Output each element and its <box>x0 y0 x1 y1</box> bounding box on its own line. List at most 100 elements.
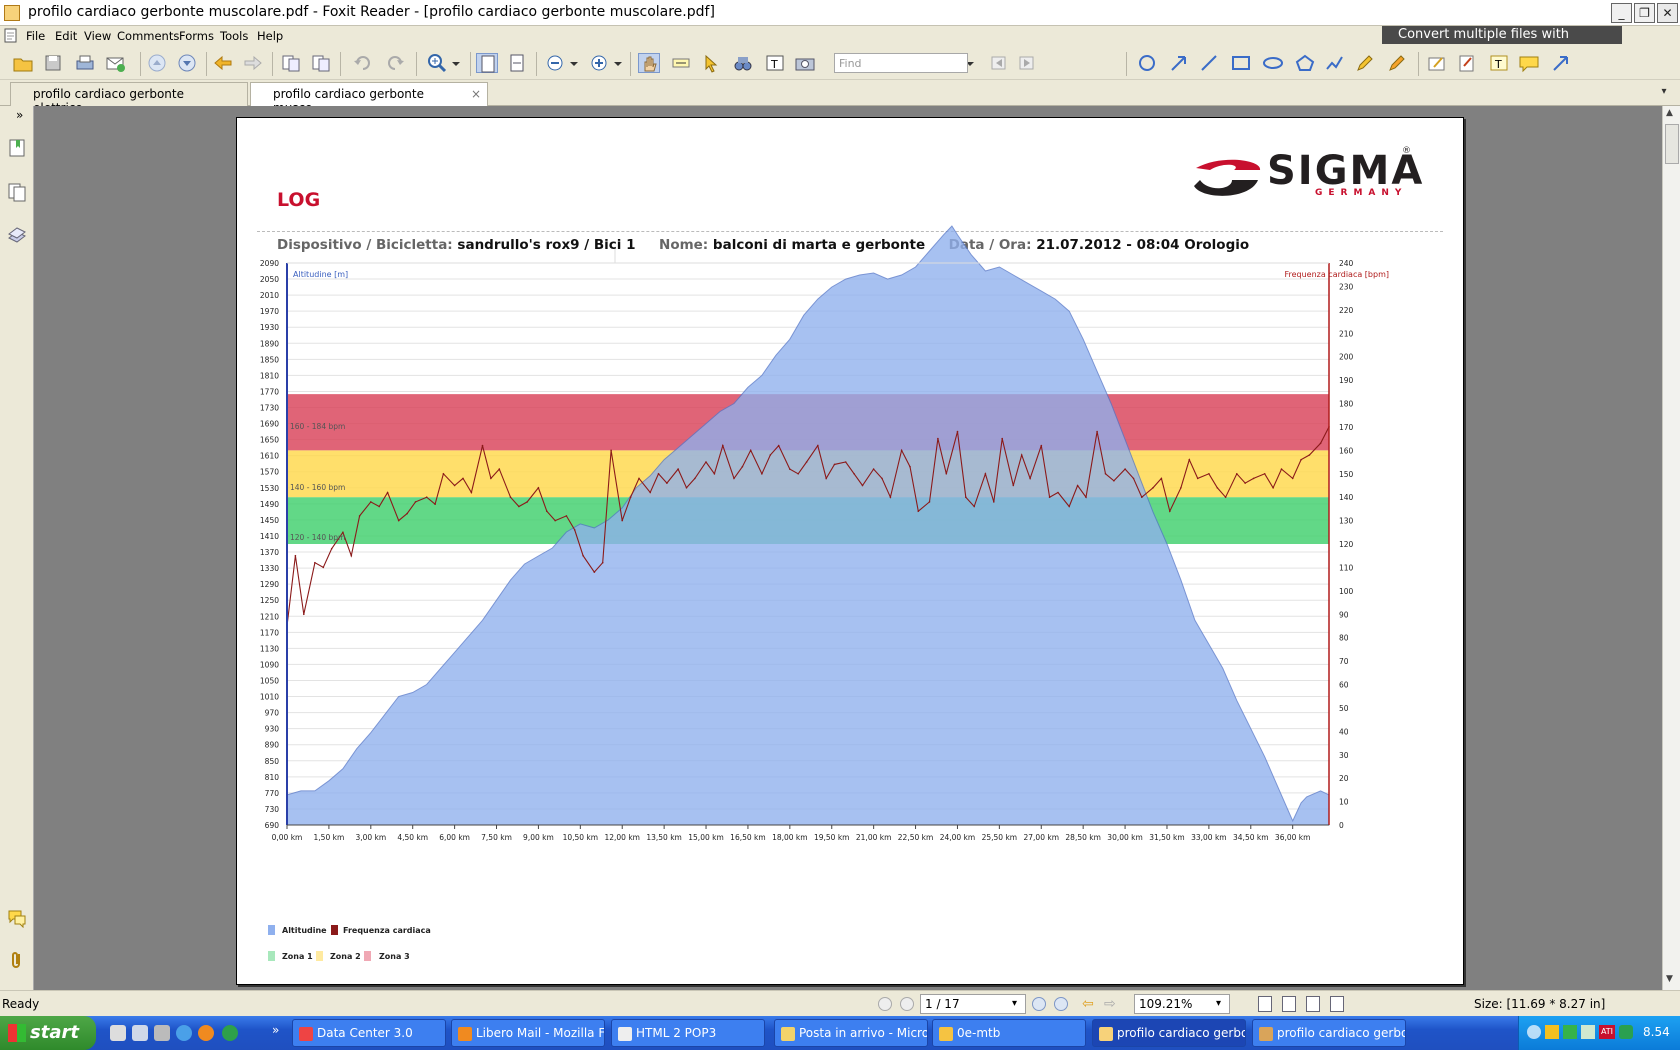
task-foxit-active[interactable]: profilo cardiaco gerbo... <box>1092 1019 1246 1047</box>
task-posta-in-arrivo[interactable]: Posta in arrivo - Micro... <box>774 1019 928 1047</box>
attachment-paperclip-icon[interactable] <box>7 950 27 970</box>
find-next-icon[interactable] <box>1016 53 1038 73</box>
line-tool-icon[interactable] <box>1198 53 1220 73</box>
hand-tool-icon[interactable] <box>638 53 660 73</box>
find-previous-icon[interactable] <box>988 53 1010 73</box>
page-dropdown-icon[interactable]: ▾ <box>1012 998 1017 1009</box>
textbox-icon[interactable]: T <box>1488 53 1510 73</box>
expand-panel-icon[interactable]: » <box>16 108 23 122</box>
select-arrow-icon[interactable] <box>700 53 722 73</box>
task-html2pop3[interactable]: HTML 2 POP3 <box>611 1019 765 1047</box>
first-page-icon[interactable] <box>878 997 892 1011</box>
vertical-scrollbar[interactable]: ▲ ▼ <box>1662 106 1680 990</box>
print-icon[interactable] <box>74 53 96 73</box>
fit-width-icon[interactable] <box>506 53 528 73</box>
binoculars-icon[interactable] <box>732 53 754 73</box>
quicklaunch-icon-4[interactable] <box>176 1025 192 1041</box>
menu-view[interactable]: View <box>84 29 111 43</box>
next-page-status-icon[interactable] <box>1032 997 1046 1011</box>
firefox-icon[interactable] <box>198 1025 214 1041</box>
redo-icon[interactable] <box>384 53 406 73</box>
note-edit-icon[interactable] <box>1426 53 1448 73</box>
pencil-tool-icon[interactable] <box>1354 53 1376 73</box>
prev-page-status-icon[interactable] <box>900 997 914 1011</box>
zoom-dropdown-arrow-icon[interactable] <box>450 53 462 73</box>
task-0e-mtb[interactable]: 0e-mtb <box>932 1019 1086 1047</box>
tray-expand-icon[interactable] <box>1527 1025 1541 1039</box>
continuous-icon[interactable] <box>1282 996 1296 1012</box>
zoom-out-icon[interactable] <box>544 53 566 73</box>
start-button[interactable]: start <box>0 1016 96 1050</box>
zoom-out-dropdown-icon[interactable] <box>568 53 580 73</box>
globe-icon[interactable] <box>222 1025 238 1041</box>
history-back-icon[interactable]: ⇦ <box>1082 996 1094 1012</box>
highlighter-icon[interactable] <box>1386 53 1408 73</box>
last-page-icon[interactable] <box>1054 997 1068 1011</box>
polyline-tool-icon[interactable] <box>1324 53 1346 73</box>
typewriter-icon[interactable]: T <box>764 53 786 73</box>
task-data-center[interactable]: Data Center 3.0 <box>292 1019 446 1047</box>
polygon-tool-icon[interactable] <box>1294 53 1316 73</box>
quicklaunch-icon-3[interactable] <box>154 1025 170 1041</box>
fit-page-icon[interactable] <box>476 53 498 73</box>
menu-edit[interactable]: Edit <box>55 29 77 43</box>
menu-comments[interactable]: Comments <box>117 29 179 43</box>
bookmarks-icon[interactable] <box>7 138 27 158</box>
tab-close-icon[interactable]: × <box>471 87 481 101</box>
minimize-button[interactable]: _ <box>1611 3 1632 23</box>
single-page-icon[interactable] <box>1258 996 1272 1012</box>
zoom-in-tool-icon[interactable] <box>426 53 448 73</box>
phantom-banner[interactable]: Convert multiple files with Phantom <box>1382 26 1622 60</box>
restore-button[interactable]: ❐ <box>1634 3 1655 23</box>
email-icon[interactable] <box>104 53 126 73</box>
circle-tool-icon[interactable] <box>1136 53 1158 73</box>
task-libero-mail[interactable]: Libero Mail - Mozilla Fi... <box>451 1019 605 1047</box>
continuous-facing-icon[interactable] <box>1330 996 1344 1012</box>
forward-arrow-icon[interactable] <box>242 53 264 73</box>
open-folder-icon[interactable] <box>12 53 34 73</box>
safely-remove-icon[interactable] <box>1581 1025 1595 1039</box>
zoom-in-icon[interactable] <box>588 53 610 73</box>
previous-page-icon[interactable] <box>146 53 168 73</box>
back-arrow-icon[interactable] <box>212 53 234 73</box>
page-thumbnails-icon[interactable] <box>7 182 27 202</box>
close-button[interactable]: ✕ <box>1657 3 1678 23</box>
arrow-tool-icon[interactable] <box>1168 53 1190 73</box>
comment-icon[interactable] <box>1518 53 1540 73</box>
select-text-icon[interactable] <box>670 53 692 73</box>
zoom-in-dropdown-icon[interactable] <box>612 53 624 73</box>
sign-icon[interactable] <box>1456 53 1478 73</box>
snapshot-camera-icon[interactable] <box>794 53 816 73</box>
quicklaunch-icon-1[interactable] <box>110 1025 126 1041</box>
tab-gerbonte-muscolare[interactable]: profilo cardiaco gerbonte musco...× <box>250 82 488 115</box>
comments-panel-icon[interactable] <box>7 908 27 929</box>
menu-forms[interactable]: Forms <box>179 29 214 43</box>
quicklaunch-expand-icon[interactable]: » <box>272 1023 279 1037</box>
window-title-bar[interactable]: profilo cardiaco gerbonte muscolare.pdf … <box>0 0 1680 26</box>
network-icon[interactable] <box>1563 1025 1577 1039</box>
menu-tools[interactable]: Tools <box>220 29 248 43</box>
quicklaunch-icon-2[interactable] <box>132 1025 148 1041</box>
ati-icon[interactable]: ATI <box>1599 1025 1615 1039</box>
scroll-down-icon[interactable]: ▼ <box>1666 974 1673 984</box>
scrollbar-thumb[interactable] <box>1665 124 1679 164</box>
zoom-level-dropdown-icon[interactable]: ▾ <box>1216 998 1221 1009</box>
facing-icon[interactable] <box>1306 996 1320 1012</box>
tab-gerbonte-elettrico[interactable]: profilo cardiaco gerbonte elettrico <box>10 82 248 115</box>
callout-arrow-icon[interactable] <box>1550 53 1572 73</box>
task-foxit-other[interactable]: profilo cardiaco gerbo... <box>1252 1019 1406 1047</box>
menu-help[interactable]: Help <box>257 29 283 43</box>
undo-icon[interactable] <box>352 53 374 73</box>
extract-pages-icon[interactable] <box>280 53 302 73</box>
scroll-up-icon[interactable]: ▲ <box>1666 108 1673 118</box>
layers-icon[interactable] <box>7 226 27 246</box>
tab-list-dropdown-icon[interactable]: ▾ <box>1656 86 1672 102</box>
page-number-input[interactable]: 1 / 17 <box>920 994 1026 1014</box>
history-forward-icon[interactable]: ⇨ <box>1104 996 1116 1012</box>
security-check-icon[interactable] <box>1619 1025 1633 1039</box>
rectangle-tool-icon[interactable] <box>1230 53 1252 73</box>
ellipse-tool-icon[interactable] <box>1262 53 1284 73</box>
shield-icon[interactable] <box>1545 1025 1559 1039</box>
insert-pages-icon[interactable] <box>310 53 332 73</box>
save-icon[interactable] <box>42 53 64 73</box>
